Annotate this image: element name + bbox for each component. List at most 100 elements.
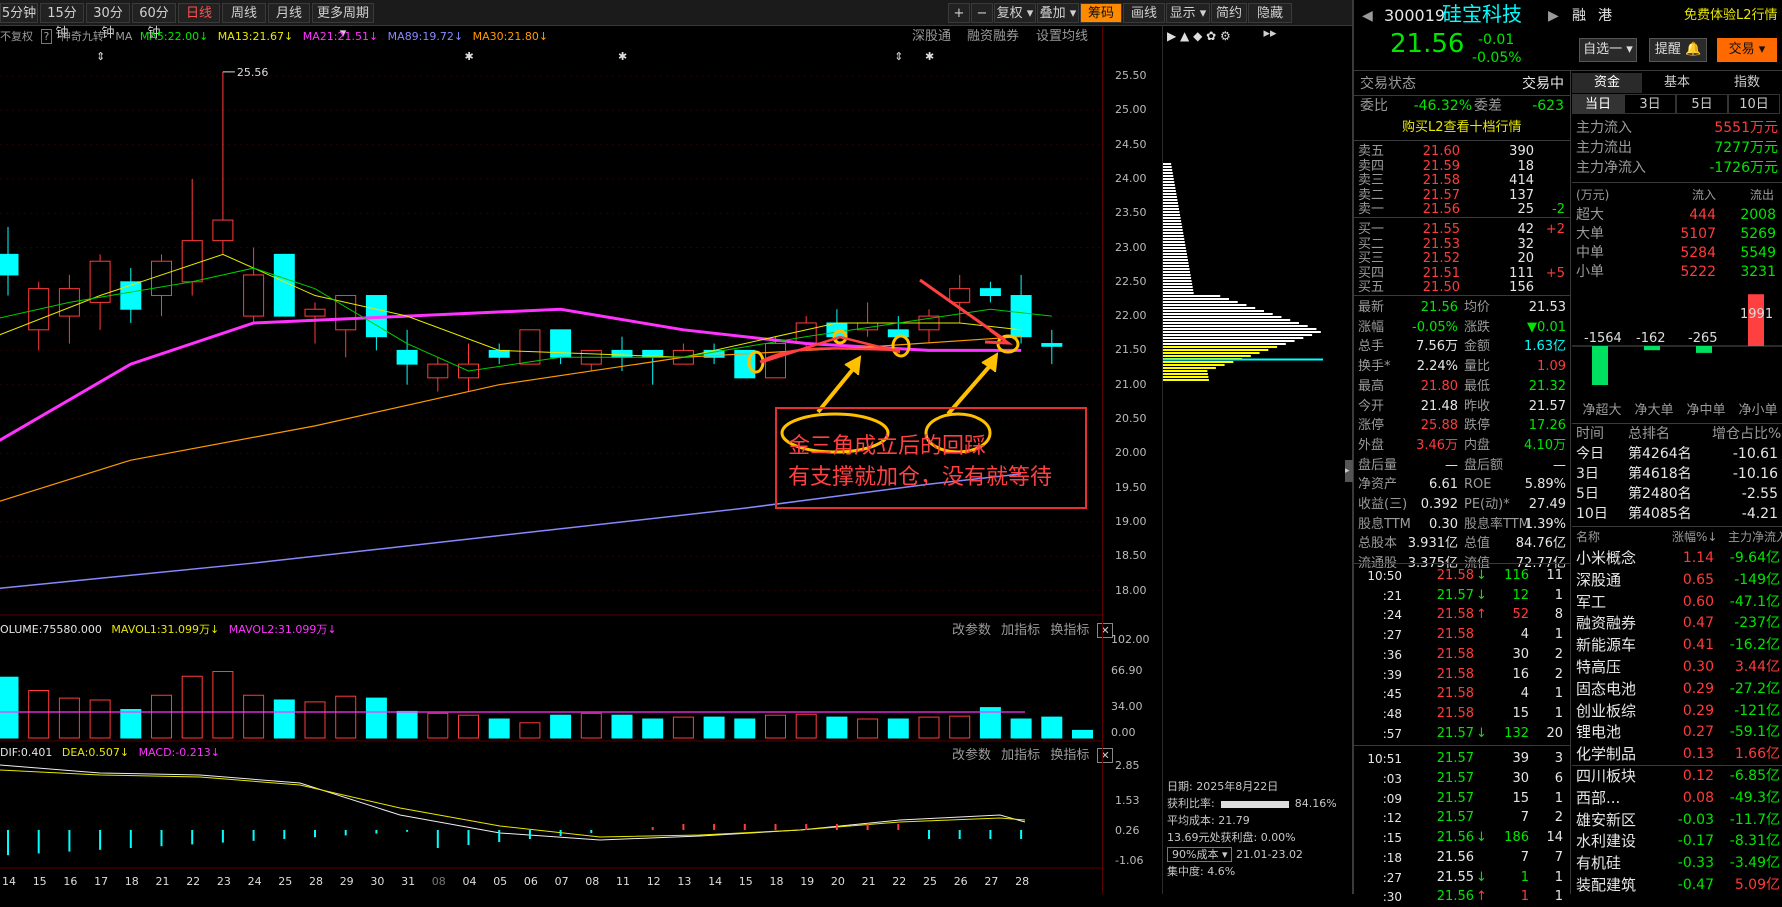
edit-param-link[interactable]: 改参数 [952, 623, 991, 638]
chip-toolbar-icons[interactable]: ▶ ▲ ◆ ✿ ⚙ [1167, 29, 1231, 43]
sector-name[interactable]: 有机硅 [1576, 853, 1621, 873]
add-indicator-link[interactable]: 加指标 [1001, 748, 1040, 763]
tick-price: 21.58 [1436, 705, 1474, 721]
chip-bar [1163, 310, 1264, 312]
toolbar-btn-5[interactable]: 画线 [1123, 3, 1165, 23]
sector-name[interactable]: 化学制品 [1576, 744, 1636, 764]
volume-bar [734, 718, 756, 739]
badge-gang[interactable]: 港 [1598, 6, 1612, 26]
sector-name[interactable]: 水利建设 [1576, 831, 1636, 851]
toolbar-btn-4[interactable]: 筹码 [1080, 3, 1122, 23]
help-icon[interactable]: ? [40, 29, 53, 44]
sector-name[interactable]: 特高压 [1576, 657, 1621, 677]
sector-name[interactable]: 新能源车 [1576, 635, 1636, 655]
chip-bar [1163, 259, 1188, 261]
period-6[interactable]: 月线 [268, 3, 310, 23]
alert-button[interactable]: 提醒 🔔 [1649, 38, 1707, 62]
toolbar-btn-2[interactable]: 复权 ▾ [994, 3, 1036, 23]
switch-indicator-link[interactable]: 换指标 [1050, 623, 1089, 638]
toolbar-btn-0[interactable]: + [948, 3, 970, 23]
quote-value: 5.89% [1524, 477, 1566, 493]
period-1[interactable]: 15分钟 [40, 3, 84, 41]
period-2[interactable]: 30分钟 [86, 3, 130, 41]
toolbar-btn-7[interactable]: 简约 [1211, 3, 1247, 23]
chip-bar [1163, 241, 1185, 243]
chip-bar [1163, 184, 1175, 186]
price-tick: 24.00 [1115, 171, 1147, 185]
price-change: -0.01 [1478, 32, 1515, 48]
badge-rong[interactable]: 融 [1572, 6, 1586, 26]
sector-name[interactable]: 雄安新区 [1576, 810, 1636, 830]
fund-tab-1[interactable]: 基本 [1642, 73, 1712, 93]
toolbar-btn-8[interactable]: 隐藏 ▸▸ [1248, 3, 1292, 41]
toolbar-btn-3[interactable]: 叠加 ▾ [1037, 3, 1079, 23]
sector-name[interactable]: 创业板综 [1576, 701, 1636, 721]
quote-value: 1.63亿 [1524, 339, 1566, 355]
volume-bar [151, 694, 172, 739]
prev-stock-button[interactable]: ◀ [1362, 6, 1373, 26]
tick-volume: 39 [1512, 751, 1529, 767]
period-3[interactable]: 60分钟 [132, 3, 176, 41]
chip-bar [1163, 163, 1172, 165]
period-4[interactable]: 日线 [178, 3, 220, 23]
add-indicator-link[interactable]: 加指标 [1001, 623, 1040, 638]
formula-name: 神奇九转 [59, 30, 104, 43]
chip-bar [1163, 178, 1174, 180]
price-tick: 18.50 [1115, 549, 1147, 563]
date-label: 15 [739, 875, 753, 888]
cost-select[interactable]: 90%成本 ▾ [1167, 847, 1233, 862]
switch-indicator-link[interactable]: 换指标 [1050, 748, 1089, 763]
link-sgt[interactable]: 深股通 [912, 27, 951, 47]
sector-flow: -9.64亿 [1729, 550, 1780, 566]
sector-flow: 1.66亿 [1734, 746, 1780, 763]
link-setma[interactable]: 设置均线 [1036, 27, 1088, 47]
price-tick: 22.50 [1115, 274, 1147, 288]
quote-value: 3.931亿 [1407, 536, 1458, 552]
toolbar-btn-1[interactable]: − [971, 3, 993, 23]
trade-button[interactable]: 交易 ▾ [1717, 38, 1777, 62]
volume-bar [427, 712, 449, 739]
sector-name[interactable]: 军工 [1576, 592, 1606, 612]
fund-subtab-0[interactable]: 当日 [1572, 94, 1624, 114]
collapse-handle[interactable]: ▸ [1345, 460, 1353, 482]
chip-bar [1163, 247, 1186, 249]
chip-bar [1163, 343, 1286, 345]
fund-tab-2[interactable]: 指数 [1712, 73, 1782, 93]
sector-name[interactable]: 装配建筑 [1576, 875, 1636, 895]
tick-count: 6 [1554, 771, 1563, 786]
edit-param-link[interactable]: 改参数 [952, 748, 991, 763]
date-label: 19 [800, 875, 814, 888]
quote-label: 涨幅 [1358, 319, 1385, 335]
period-7[interactable]: 更多周期 ▾ [312, 3, 374, 41]
fund-tab-0[interactable]: 资金 [1572, 73, 1642, 93]
sector-flow: -6.85亿 [1729, 768, 1780, 784]
tick-price: 21.58 [1436, 607, 1474, 623]
sector-name[interactable]: 四川板块 [1576, 766, 1636, 786]
sector-name[interactable]: 深股通 [1576, 570, 1621, 590]
tick-arrow: ↑ [1476, 607, 1487, 623]
chip-bar [1163, 172, 1173, 174]
fund-subtab-3[interactable]: 10日 [1728, 94, 1780, 114]
weicha-label: 委差 [1474, 98, 1502, 114]
volume-bar [396, 710, 418, 739]
date-label: 08 [432, 875, 446, 888]
promo-link[interactable]: 免费体验L2行情 [1684, 6, 1778, 26]
chip-bar [1163, 322, 1299, 324]
bid-change: +5 [1545, 265, 1565, 281]
sector-name[interactable]: 固态电池 [1576, 679, 1636, 699]
sector-name[interactable]: 锂电池 [1576, 722, 1621, 742]
watchlist-button[interactable]: 自选一 ▾ [1579, 38, 1637, 62]
toolbar-btn-6[interactable]: 显示 ▾ [1166, 3, 1210, 23]
next-stock-button[interactable]: ▶ [1548, 6, 1559, 26]
period-0[interactable]: 5分钟 [0, 3, 38, 23]
link-rzrq[interactable]: 融资融券 [967, 27, 1019, 47]
period-5[interactable]: 周线 [222, 3, 266, 23]
fund-subtab-2[interactable]: 5日 [1676, 94, 1728, 114]
fund-main-value: 5551万元 [1714, 120, 1778, 136]
buy-l2-link[interactable]: 购买L2查看十档行情 [1402, 118, 1522, 138]
sector-name[interactable]: 融资融券 [1576, 613, 1636, 633]
sector-name[interactable]: 西部... [1576, 788, 1620, 808]
sector-name[interactable]: 小米概念 [1576, 548, 1636, 568]
fund-subtab-1[interactable]: 3日 [1624, 94, 1676, 114]
fund-unit: (万元) [1576, 188, 1610, 202]
